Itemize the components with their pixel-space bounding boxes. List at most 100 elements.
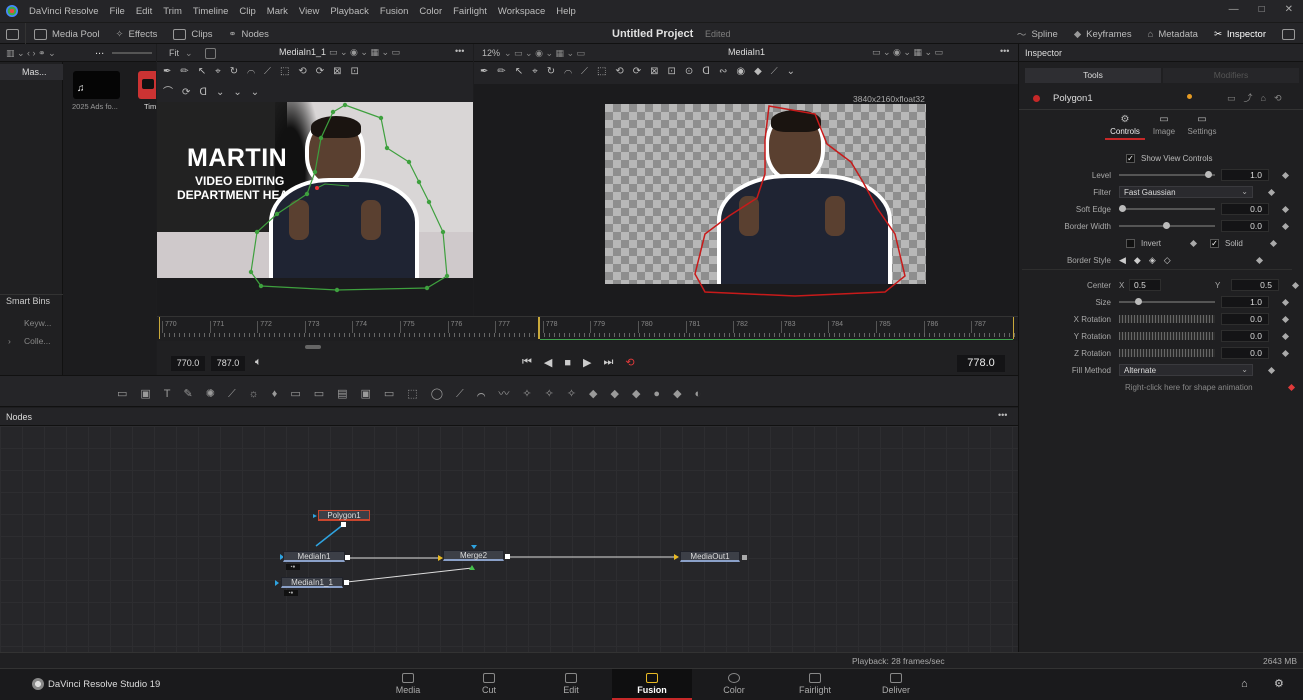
menu-mark[interactable]: Mark — [267, 6, 288, 17]
level-keyframe-icon[interactable] — [1281, 171, 1290, 179]
scrollbar-thumb[interactable] — [305, 345, 321, 349]
play-reverse-icon[interactable]: ◀︎ — [544, 356, 552, 369]
spline-button[interactable]: 〜 Spline — [1009, 23, 1066, 45]
home-icon[interactable]: ⌂ — [1241, 678, 1248, 690]
menu-fusion[interactable]: Fusion — [380, 6, 409, 17]
polygon-tools-row1[interactable]: ✒✏↖⌖↻⌒⟋⬚⟲⟳⊠⊡ — [163, 66, 368, 77]
fill-method-keyframe-icon[interactable] — [1267, 366, 1276, 374]
nodes-more-icon[interactable]: ••• — [998, 410, 1007, 420]
subtab-image[interactable]: ▭ Image — [1149, 114, 1179, 136]
shape-animation-keyframe-icon[interactable] — [1287, 383, 1295, 391]
menu-trim[interactable]: Trim — [163, 6, 182, 17]
in-point-field[interactable]: 770.0 — [171, 356, 205, 371]
invert-keyframe-icon[interactable] — [1189, 239, 1198, 247]
viewer2-more-icon[interactable]: ••• — [1000, 46, 1009, 56]
center-y-field[interactable]: 0.5 — [1231, 279, 1279, 291]
soft-edge-keyframe-icon[interactable] — [1281, 205, 1290, 213]
viewer1-canvas[interactable]: MARTIN VIDEO EDITING DEPARTMENT HEAD — [157, 102, 473, 316]
filter-keyframe-icon[interactable] — [1267, 188, 1276, 196]
menu-fairlight[interactable]: Fairlight — [453, 6, 487, 17]
z-rotation-keyframe-icon[interactable] — [1281, 349, 1290, 357]
menu-clip[interactable]: Clip — [239, 6, 255, 17]
z-rotation-field[interactable]: 0.0 — [1221, 347, 1269, 359]
mediain1-output-port[interactable] — [345, 555, 350, 560]
menu-view[interactable]: View — [299, 6, 319, 17]
metadata-button[interactable]: ⌂ Metadata — [1140, 23, 1206, 45]
viewer2-options-icon[interactable]: ▭ ⌄ ◉ ⌄ ▦ ⌄ ▭ — [872, 47, 943, 58]
menu-color[interactable]: Color — [419, 6, 442, 17]
version-dot[interactable] — [1187, 94, 1192, 99]
border-style-keyframe-icon[interactable] — [1255, 256, 1263, 264]
tab-modifiers[interactable]: Modifiers — [1163, 68, 1299, 83]
filter-dropdown[interactable]: Fast Gaussian ⌄ — [1119, 186, 1253, 198]
node-polygon[interactable]: Polygon1 — [318, 510, 370, 521]
page-cut[interactable]: Cut — [459, 670, 519, 695]
merge-output-port[interactable] — [505, 554, 510, 559]
node-color-dot[interactable] — [1033, 95, 1040, 102]
page-fusion[interactable]: Fusion — [622, 670, 682, 695]
border-width-field[interactable]: 0.0 — [1221, 220, 1269, 232]
monitor-button[interactable] — [1274, 23, 1303, 45]
border-width-slider[interactable] — [1119, 222, 1215, 229]
mediain1-1-output-port[interactable] — [344, 580, 349, 585]
y-rotation-keyframe-icon[interactable] — [1281, 332, 1290, 340]
menu-playback[interactable]: Playback — [330, 6, 369, 17]
inspector-button[interactable]: ✂ Inspector — [1206, 23, 1274, 45]
z-rotation-thumbwheel[interactable] — [1119, 349, 1215, 357]
smart-bin-collections[interactable]: Colle... — [24, 336, 50, 346]
node-mediain1-1[interactable]: MediaIn1_1 — [281, 577, 343, 588]
menu-help[interactable]: Help — [556, 6, 576, 17]
master-bin[interactable]: Mas... — [0, 64, 63, 80]
mediain1-1-thumb-toggle[interactable]: ▪● — [284, 590, 298, 596]
tab-tools[interactable]: Tools — [1025, 68, 1161, 83]
viewer2-tool-strip[interactable]: ✒✏↖⌖↻⌒⟋⬚⟲⟳⊠⊡⊙ᗡ∾◉◆⟋⌄ — [480, 66, 804, 77]
go-to-end-icon[interactable]: ⏭︎ — [604, 356, 614, 369]
x-rotation-keyframe-icon[interactable] — [1281, 315, 1290, 323]
settings-gear-icon[interactable]: ⚙ — [1274, 677, 1284, 690]
show-view-controls-checkbox[interactable]: ✓ — [1126, 153, 1135, 163]
current-frame-field[interactable]: 778.0 — [957, 355, 1005, 372]
stop-icon[interactable]: ■ — [564, 357, 571, 369]
border-style-buttons[interactable]: ◀◆◈◇ — [1119, 255, 1179, 266]
mediain1-thumb-toggle[interactable]: ▪● — [286, 564, 300, 570]
audio-icon[interactable]: 🔈︎ — [255, 356, 262, 369]
size-field[interactable]: 1.0 — [1221, 296, 1269, 308]
menu-workspace[interactable]: Workspace — [498, 6, 545, 17]
polygon-output-port[interactable] — [341, 522, 346, 527]
polygon-spline-overlay[interactable] — [157, 102, 473, 316]
page-color[interactable]: Color — [704, 670, 764, 695]
menu-file[interactable]: File — [110, 6, 125, 17]
node-merge[interactable]: Merge2 — [443, 550, 504, 561]
keyframes-button[interactable]: ◆ Keyframes — [1066, 23, 1140, 45]
subtab-settings[interactable]: ▭ Settings — [1185, 114, 1219, 136]
polygon-tools-row2[interactable]: ⌒⟳ᗡ⌄⌄⌄ — [163, 83, 268, 98]
time-ruler[interactable]: 770 771 772 773 774 775 776 777 778 779 780 781 782 7… — [157, 316, 1018, 341]
viewer1-more-icon[interactable]: ••• — [455, 46, 464, 56]
viewer2-zoom[interactable]: 12% — [482, 48, 500, 58]
soft-edge-slider[interactable] — [1119, 205, 1215, 212]
maximize-icon[interactable]: □ — [1259, 4, 1265, 15]
node-mediaout[interactable]: MediaOut1 — [680, 551, 740, 562]
smart-bin-keywords[interactable]: Keyw... — [24, 318, 51, 328]
media-pool-more[interactable]: ... — [95, 45, 104, 57]
level-field[interactable]: 1.0 — [1221, 169, 1269, 181]
border-width-keyframe-icon[interactable] — [1281, 222, 1290, 230]
out-point-field[interactable]: 787.0 — [211, 356, 245, 371]
viewer2-canvas[interactable]: 3840x2160xfloat32 — [474, 84, 1018, 316]
page-media[interactable]: Media — [378, 670, 438, 695]
center-x-field[interactable]: 0.5 — [1129, 279, 1161, 291]
x-rotation-field[interactable]: 0.0 — [1221, 313, 1269, 325]
collections-expand-icon[interactable]: › — [8, 336, 11, 346]
minimize-icon[interactable]: — — [1229, 4, 1239, 15]
viewer1-options-icon[interactable]: ▭ ⌄ ◉ ⌄ ▦ ⌄ ▭ — [329, 47, 400, 58]
invert-checkbox[interactable] — [1126, 238, 1135, 248]
soft-edge-field[interactable]: 0.0 — [1221, 203, 1269, 215]
close-icon[interactable]: ✕ — [1285, 4, 1293, 15]
nodes-button[interactable]: ⚭ Nodes — [221, 23, 277, 45]
page-fairlight[interactable]: Fairlight — [785, 670, 845, 695]
size-keyframe-icon[interactable] — [1281, 298, 1290, 306]
clip-thumbnail-timeline[interactable] — [138, 71, 156, 99]
media-pool-zoom-slider[interactable] — [112, 52, 152, 54]
fusion-tool-icons[interactable]: ▭▣T✎✺⟋☼♦▭▭▤▣▭⬚◯⟋⌒〰✧✧✧◆◆◆●◆◐ — [117, 385, 714, 401]
clip-thumbnail-audio[interactable]: ♫ — [73, 71, 120, 99]
